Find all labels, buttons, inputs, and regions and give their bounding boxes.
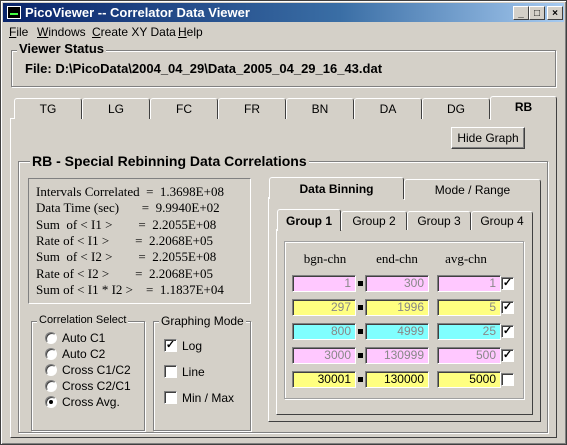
end-chn-field[interactable]: 130000 bbox=[365, 371, 429, 388]
radio-button[interactable] bbox=[45, 396, 57, 408]
range-separator bbox=[358, 281, 363, 286]
rb-title: RB - Special Rebinning Data Correlations bbox=[30, 153, 309, 169]
bgn-chn-field[interactable]: 3000 bbox=[292, 347, 356, 364]
bgn-chn-field[interactable]: 30001 bbox=[292, 371, 356, 388]
stat-row: Sum of < I2 > = 2.2055E+08 bbox=[36, 249, 217, 265]
tab-fr[interactable]: FR bbox=[218, 98, 286, 119]
close-button[interactable]: × bbox=[547, 6, 563, 20]
correlation-select-title: Correlation Select bbox=[37, 314, 129, 326]
graphing-mode-option[interactable]: Min / Max bbox=[164, 391, 244, 406]
row-enable-checkbox[interactable]: ✓ bbox=[501, 277, 514, 290]
radio-label: Cross C1/C2 bbox=[62, 363, 131, 377]
tab-group-4[interactable]: Group 4 bbox=[471, 211, 533, 230]
minimize-button[interactable]: _ bbox=[513, 6, 529, 20]
tab-fc[interactable]: FC bbox=[150, 98, 218, 119]
file-path: File: D:\PicoData\2004_04_29\Data_2005_0… bbox=[25, 61, 383, 76]
stat-row: Sum of < I1 > = 2.2055E+08 bbox=[36, 216, 217, 232]
stat-row: Intervals Correlated = 1.3698E+08 bbox=[36, 184, 224, 199]
end-chn-field[interactable]: 300 bbox=[365, 275, 429, 292]
menu-create-xy-data[interactable]: Create XY Data bbox=[92, 25, 176, 39]
tab-bn[interactable]: BN bbox=[286, 98, 354, 119]
correlation-option[interactable]: Auto C1 bbox=[45, 331, 143, 346]
end-chn-field[interactable]: 1996 bbox=[365, 299, 429, 316]
app-icon bbox=[7, 6, 21, 19]
tab-mode-range[interactable]: Mode / Range bbox=[404, 179, 541, 200]
correlation-option[interactable]: Cross C2/C1 bbox=[45, 379, 143, 394]
checkbox[interactable] bbox=[164, 391, 177, 404]
column-header: end-chn bbox=[376, 251, 418, 266]
avg-chn-field[interactable]: 5000 bbox=[437, 371, 501, 388]
radio-label: Cross C2/C1 bbox=[62, 379, 131, 393]
menu-bar: File Windows Create XY Data Help bbox=[3, 23, 564, 41]
radio-button[interactable] bbox=[45, 380, 57, 392]
tab-rb[interactable]: RB bbox=[490, 96, 557, 120]
row-enable-checkbox[interactable]: ✓ bbox=[501, 325, 514, 338]
viewer-status-title: Viewer Status bbox=[17, 41, 107, 56]
maximize-button[interactable]: □ bbox=[529, 6, 545, 20]
radio-button[interactable] bbox=[45, 348, 57, 360]
row-enable-checkbox[interactable] bbox=[501, 373, 514, 386]
correlation-option[interactable]: Cross Avg. bbox=[45, 395, 143, 410]
menu-windows[interactable]: Windows bbox=[37, 25, 86, 39]
graphing-mode-option[interactable]: ✓ Log bbox=[164, 339, 244, 354]
end-chn-field[interactable]: 130999 bbox=[365, 347, 429, 364]
radio-button[interactable] bbox=[45, 332, 57, 344]
menu-file[interactable]: File bbox=[9, 25, 28, 39]
range-separator bbox=[358, 353, 363, 358]
tab-dg[interactable]: DG bbox=[422, 98, 490, 119]
tab-group-2[interactable]: Group 2 bbox=[341, 211, 407, 230]
stat-row: Sum of < I1 * I2 > = 1.1837E+04 bbox=[36, 281, 224, 297]
stat-row: Rate of < I1 > = 2.2068E+05 bbox=[36, 232, 213, 248]
avg-chn-field[interactable]: 1 bbox=[437, 275, 501, 292]
hide-graph-button[interactable]: Hide Graph bbox=[451, 127, 525, 149]
column-header: avg-chn bbox=[445, 251, 487, 266]
correlation-option[interactable]: Auto C2 bbox=[45, 347, 143, 362]
stat-row: Rate of < I2 > = 2.2068E+05 bbox=[36, 265, 213, 281]
row-enable-checkbox[interactable]: ✓ bbox=[501, 349, 514, 362]
radio-label: Auto C1 bbox=[62, 331, 106, 345]
checkbox-label: Log bbox=[182, 339, 203, 353]
app-window: PicoViewer -- Correlator Data Viewer _ □… bbox=[0, 0, 567, 445]
bgn-chn-field[interactable]: 800 bbox=[292, 323, 356, 340]
bgn-chn-field[interactable]: 1 bbox=[292, 275, 356, 292]
avg-chn-field[interactable]: 500 bbox=[437, 347, 501, 364]
tab-data-binning[interactable]: Data Binning bbox=[269, 177, 404, 199]
range-separator bbox=[358, 329, 363, 334]
window-title: PicoViewer -- Correlator Data Viewer bbox=[25, 5, 250, 20]
tab-da[interactable]: DA bbox=[354, 98, 422, 119]
range-separator bbox=[358, 377, 363, 382]
tab-group-3[interactable]: Group 3 bbox=[407, 211, 471, 230]
tab-lg[interactable]: LG bbox=[82, 98, 150, 119]
checkbox[interactable]: ✓ bbox=[164, 339, 177, 352]
radio-label: Auto C2 bbox=[62, 347, 106, 361]
range-separator bbox=[358, 305, 363, 310]
checkbox-label: Line bbox=[182, 365, 205, 379]
tab-group-1[interactable]: Group 1 bbox=[277, 209, 341, 231]
end-chn-field[interactable]: 4999 bbox=[365, 323, 429, 340]
checkbox-label: Min / Max bbox=[182, 391, 235, 405]
avg-chn-field[interactable]: 5 bbox=[437, 299, 501, 316]
title-bar[interactable]: PicoViewer -- Correlator Data Viewer _ □… bbox=[3, 3, 564, 22]
radio-label: Cross Avg. bbox=[62, 395, 120, 409]
avg-chn-field[interactable]: 25 bbox=[437, 323, 501, 340]
checkbox[interactable] bbox=[164, 365, 177, 378]
radio-button[interactable] bbox=[45, 364, 57, 376]
bgn-chn-field[interactable]: 297 bbox=[292, 299, 356, 316]
stat-row: Data Time (sec) = 9.9940E+02 bbox=[36, 200, 220, 216]
tab-tg[interactable]: TG bbox=[14, 98, 82, 119]
graphing-mode-option[interactable]: Line bbox=[164, 365, 244, 380]
row-enable-checkbox[interactable]: ✓ bbox=[501, 301, 514, 314]
correlation-option[interactable]: Cross C1/C2 bbox=[45, 363, 143, 378]
column-header: bgn-chn bbox=[303, 251, 347, 266]
graphing-mode-title: Graphing Mode bbox=[159, 314, 246, 328]
menu-help[interactable]: Help bbox=[178, 25, 203, 39]
